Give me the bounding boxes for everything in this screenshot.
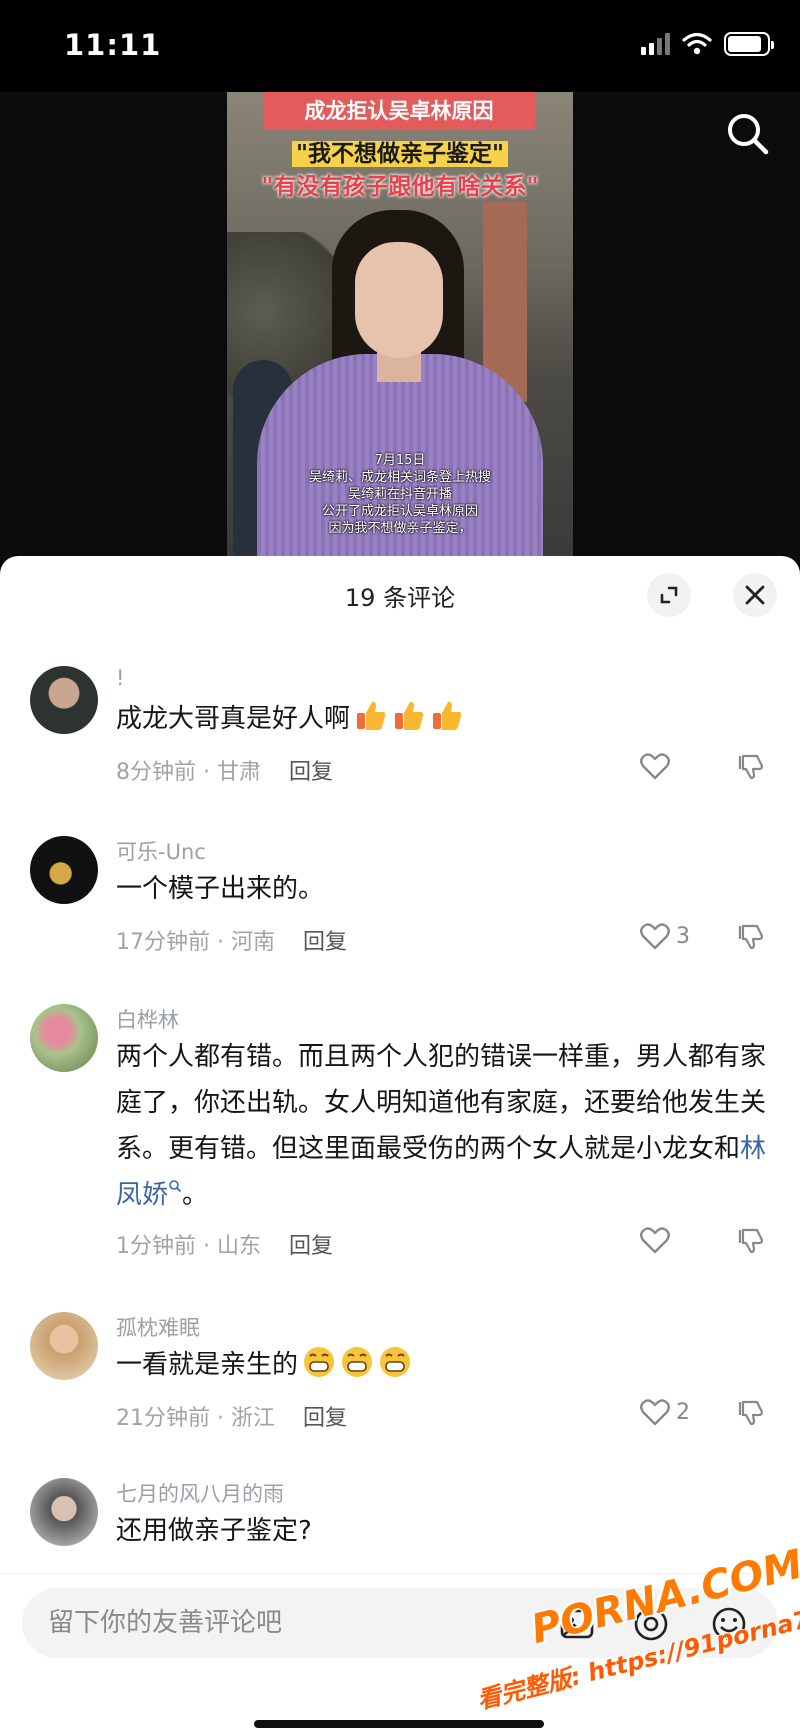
comment-time-location: 21分钟前 · 浙江 — [116, 1406, 275, 1431]
reply-button[interactable]: 回复 — [303, 1406, 347, 1431]
status-bar: 11:11 — [0, 0, 800, 92]
woman-face — [355, 242, 443, 358]
comment-meta: 8分钟前 · 甘肃 回复 — [116, 754, 333, 786]
comment-username[interactable]: 七月的风八月的雨 — [116, 1478, 284, 1508]
comment-text: 一看就是亲生的 — [116, 1342, 776, 1388]
home-indicator — [254, 1720, 544, 1728]
avatar[interactable] — [30, 666, 98, 734]
comment-item: 可乐-Unc 一个模子出来的。 17分钟前 · 河南 回复 3 — [0, 836, 800, 996]
heart-icon — [640, 1227, 670, 1254]
thumbs-up-emoji-icon — [357, 701, 386, 730]
close-button[interactable] — [733, 573, 777, 617]
dislike-button[interactable] — [737, 752, 765, 784]
comment-time-location: 17分钟前 · 河南 — [116, 930, 275, 955]
comment-text: 一个模子出来的。 — [116, 874, 325, 904]
video-quote-2: "有没有孩子跟他有啥关系" — [261, 174, 539, 200]
reply-button[interactable]: 回复 — [289, 1234, 333, 1259]
comment-username[interactable]: 孤枕难眠 — [116, 1312, 200, 1342]
like-count: 3 — [676, 923, 690, 949]
heart-icon — [640, 923, 670, 950]
comment-input-bar — [0, 1573, 800, 1733]
video-overlay-title: 成龙拒认吴卓林原因 — [263, 92, 535, 130]
caption-line: 因为我不想做亲子鉴定， — [328, 521, 472, 536]
reply-button[interactable]: 回复 — [289, 760, 333, 785]
comment-item: ! 成龙大哥真是好人啊 8分钟前 · 甘肃 回复 — [0, 666, 800, 826]
search-button[interactable] — [724, 110, 772, 158]
comment-text: 成龙大哥真是好人啊 — [116, 696, 776, 742]
caption-line: 公开了成龙拒认吴卓林原因 — [321, 504, 478, 519]
thumbs-down-icon — [738, 1400, 764, 1426]
avatar[interactable] — [30, 1004, 98, 1072]
like-count: 2 — [676, 1399, 690, 1425]
comment-meta: 17分钟前 · 河南 回复 — [116, 924, 347, 956]
caption-line: 吴绮莉、成龙相关词条登上热搜 — [308, 470, 491, 485]
avatar[interactable] — [30, 1478, 98, 1546]
video-quote-1-text: "我不想做亲子鉴定" — [292, 141, 508, 167]
comment-text: 还用做亲子鉴定? — [116, 1516, 312, 1546]
comment-sheet-header: 19 条评论 — [0, 556, 800, 632]
reply-button[interactable]: 回复 — [303, 930, 347, 955]
like-button[interactable] — [640, 752, 676, 780]
like-button[interactable] — [640, 1226, 676, 1254]
video-caption: 7月15日 吴绮莉、成龙相关词条登上热搜 吴绮莉在抖音开播 公开了成龙拒认吴卓林… — [227, 452, 573, 537]
dislike-button[interactable] — [737, 1398, 765, 1430]
thumbs-down-icon — [738, 1228, 764, 1254]
video-quote-1: "我不想做亲子鉴定" — [227, 134, 573, 168]
comment-time-location: 8分钟前 · 甘肃 — [116, 760, 261, 785]
video-frame[interactable]: 成龙拒认吴卓林原因 "我不想做亲子鉴定" "有没有孩子跟他有啥关系" 7月15日… — [227, 92, 573, 562]
search-small-icon — [169, 1180, 182, 1193]
comment-meta: 21分钟前 · 浙江 回复 — [116, 1400, 347, 1432]
video-player[interactable]: 成龙拒认吴卓林原因 "我不想做亲子鉴定" "有没有孩子跟他有啥关系" 7月15日… — [0, 92, 800, 562]
heart-icon — [640, 1399, 670, 1426]
grin-emoji-icon — [380, 1347, 411, 1377]
comment-item: 白桦林 两个人都有错。而且两个人犯的错误一样重，男人都有家庭了，你还出轨。女人明… — [0, 1004, 800, 1304]
comment-meta: 1分钟前 · 山东 回复 — [116, 1228, 333, 1260]
comment-text-content: 成龙大哥真是好人啊 — [116, 704, 351, 734]
grin-emoji-icon — [342, 1347, 373, 1377]
thumbs-up-emoji-icon — [395, 701, 424, 730]
search-icon — [728, 114, 769, 155]
expand-icon — [660, 586, 678, 604]
like-button[interactable]: 3 — [640, 922, 690, 950]
comment-sheet: 19 条评论 ! 成龙大哥真是好人啊 8分钟前 · 甘肃 回复 可乐-Unc 一… — [0, 556, 800, 1733]
caption-line: 吴绮莉在抖音开播 — [347, 487, 452, 502]
wifi-icon — [682, 32, 712, 55]
dislike-button[interactable] — [737, 922, 765, 954]
signal-icon — [641, 33, 670, 55]
comment-username[interactable]: ! — [116, 666, 124, 690]
comment-item: 孤枕难眠 一看就是亲生的 21分钟前 · 浙江 回复 2 — [0, 1312, 800, 1472]
image-icon[interactable] — [558, 1605, 596, 1643]
comment-text-content: 一看就是亲生的 — [116, 1350, 299, 1380]
grin-emoji-icon — [304, 1347, 335, 1377]
caption-line: 7月15日 — [374, 453, 426, 468]
expand-button[interactable] — [647, 573, 691, 617]
heart-icon — [640, 753, 670, 780]
comment-text: 两个人都有错。而且两个人犯的错误一样重，男人都有家庭了，你还出轨。女人明知道他有… — [116, 1034, 776, 1218]
battery-icon — [724, 32, 774, 56]
at-mention-icon[interactable] — [632, 1605, 670, 1643]
comment-username[interactable]: 白桦林 — [116, 1004, 179, 1034]
status-icons — [641, 32, 774, 56]
avatar[interactable] — [30, 1312, 98, 1380]
close-icon — [745, 585, 765, 605]
thumbs-down-icon — [738, 754, 764, 780]
like-button[interactable]: 2 — [640, 1398, 690, 1426]
status-time: 11:11 — [64, 28, 162, 62]
comment-username[interactable]: 可乐-Unc — [116, 836, 206, 866]
emoji-icon[interactable] — [710, 1605, 748, 1643]
comment-text-content: 两个人都有错。而且两个人犯的错误一样重，男人都有家庭了，你还出轨。女人明知道他有… — [116, 1042, 767, 1164]
comment-time-location: 1分钟前 · 山东 — [116, 1234, 261, 1259]
comment-text-end: 。 — [182, 1180, 209, 1210]
avatar[interactable] — [30, 836, 98, 904]
thumbs-down-icon — [738, 924, 764, 950]
thumbs-up-emoji-icon — [433, 701, 462, 730]
dislike-button[interactable] — [737, 1226, 765, 1258]
